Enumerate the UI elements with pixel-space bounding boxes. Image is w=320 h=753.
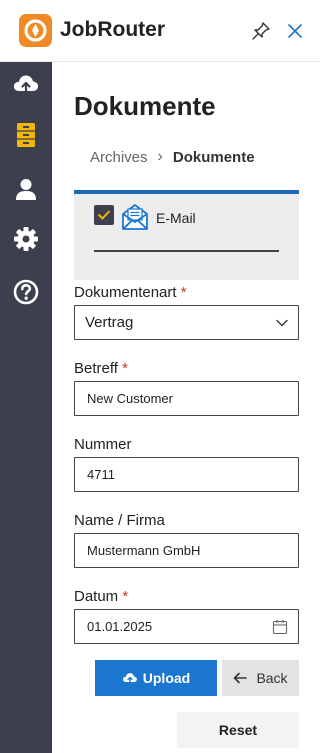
envelope-icon — [122, 204, 148, 230]
jobrouter-logo-icon — [19, 14, 52, 47]
email-option-panel: E-Mail — [74, 190, 299, 280]
user-icon — [16, 179, 36, 200]
arrow-left-icon — [234, 672, 248, 684]
cloud-upload-icon — [122, 673, 137, 684]
subject-value: New Customer — [87, 391, 173, 406]
back-button-label: Back — [256, 670, 288, 686]
app-title: JobRouter — [60, 18, 165, 41]
number-input[interactable]: 4711 — [74, 457, 299, 492]
back-button[interactable]: Back — [222, 660, 299, 696]
sidebar — [0, 62, 52, 753]
breadcrumb-current: Dokumente — [172, 148, 255, 166]
email-label: E-Mail — [156, 210, 196, 226]
page-title: Dokumente — [74, 91, 216, 121]
close-icon — [288, 24, 302, 38]
subject-label-text: Betreff — [74, 360, 118, 377]
pin-button[interactable] — [250, 20, 272, 42]
email-checkbox[interactable] — [94, 205, 114, 225]
number-label-text: Nummer — [74, 436, 132, 453]
archive-icon — [17, 123, 35, 147]
subject-label: Betreff * — [74, 360, 128, 377]
breadcrumb-archives-link[interactable]: Archives — [90, 149, 148, 166]
reset-button-label: Reset — [218, 722, 258, 738]
required-marker: * — [122, 360, 128, 377]
sidebar-item-upload[interactable] — [0, 64, 52, 104]
subject-input[interactable]: New Customer — [74, 381, 299, 416]
doc-type-select[interactable]: Vertrag — [74, 305, 299, 340]
main-content: Dokumente Archives › Dokumente E-Mail Do… — [52, 62, 320, 753]
sidebar-item-settings[interactable] — [0, 219, 52, 259]
date-label: Datum * — [74, 588, 128, 605]
doc-type-label-text: Dokumentenart — [74, 284, 177, 301]
chevron-down-icon — [276, 319, 288, 327]
pin-icon — [252, 22, 270, 40]
reset-button[interactable]: Reset — [177, 712, 299, 748]
required-marker: * — [180, 284, 187, 301]
sidebar-item-user[interactable] — [0, 169, 52, 209]
upload-button-label: Upload — [142, 670, 191, 686]
breadcrumb-separator: › — [157, 148, 163, 165]
gear-icon — [14, 227, 38, 251]
calendar-icon[interactable] — [272, 619, 288, 635]
name-label-text: Name / Firma — [74, 512, 165, 529]
date-value: 01.01.2025 — [87, 619, 153, 634]
name-input[interactable]: Mustermann GmbH — [74, 533, 299, 568]
date-input[interactable]: 01.01.2025 — [74, 609, 299, 644]
upload-button[interactable]: Upload — [95, 660, 217, 696]
sidebar-item-help[interactable] — [0, 272, 52, 312]
help-icon — [13, 279, 39, 305]
doc-type-value: Vertrag — [85, 314, 134, 331]
email-divider — [94, 250, 279, 252]
sidebar-item-archive[interactable] — [0, 115, 52, 155]
date-label-text: Datum — [74, 588, 119, 605]
number-label: Nummer — [74, 436, 132, 453]
name-value: Mustermann GmbH — [87, 543, 201, 558]
cloud-upload-icon — [13, 75, 39, 95]
breadcrumb: Archives › Dokumente — [90, 148, 255, 166]
doc-type-label: Dokumentenart * — [74, 284, 187, 301]
check-icon — [98, 210, 110, 220]
number-value: 4711 — [87, 467, 115, 482]
title-bar: JobRouter — [0, 0, 320, 62]
name-label: Name / Firma — [74, 512, 165, 529]
close-button[interactable] — [285, 20, 305, 42]
required-marker: * — [122, 588, 129, 605]
